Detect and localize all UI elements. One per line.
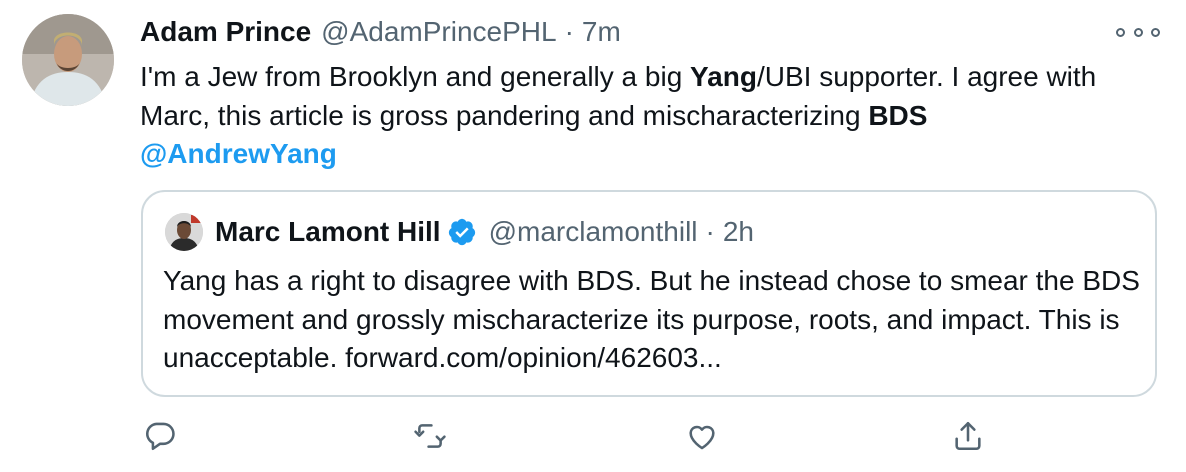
heart-icon[interactable]	[684, 418, 720, 454]
mention-link[interactable]: @AndrewYang	[140, 138, 337, 169]
tweet-text-bold: BDS	[868, 99, 928, 131]
share-icon[interactable]	[950, 418, 986, 454]
author-handle[interactable]: @AdamPrincePHL	[321, 16, 556, 48]
article-link[interactable]: forward.com/opinion/462603...	[345, 342, 722, 373]
author-avatar[interactable]	[22, 14, 114, 106]
retweet-icon[interactable]	[412, 418, 448, 454]
tweet[interactable]: Adam Prince @AdamPrincePHL · 7m I'm a Je…	[0, 0, 1186, 472]
author-name[interactable]: Adam Prince	[140, 16, 311, 48]
quoted-author-name[interactable]: Marc Lamont Hill	[215, 216, 441, 248]
quoted-tweet-time[interactable]: 2h	[723, 216, 754, 248]
tweet-text-bold: Yang	[690, 61, 757, 92]
more-horizontal-icon[interactable]	[1116, 22, 1160, 42]
quoted-tweet-text: Yang has a right to disagree with BDS. B…	[163, 262, 1143, 378]
verified-badge-icon	[447, 217, 477, 247]
tweet-actions	[0, 418, 1186, 458]
separator-dot: ·	[705, 216, 715, 247]
separator-dot: ·	[564, 16, 574, 47]
quoted-author-avatar[interactable]	[165, 213, 203, 251]
tweet-time[interactable]: 7m	[582, 16, 621, 48]
tweet-text: I'm a Jew from Brooklyn and generally a …	[140, 58, 1160, 174]
tweet-text-part: I'm a Jew from Brooklyn and generally a …	[140, 61, 691, 92]
reply-icon[interactable]	[142, 418, 178, 454]
quoted-tweet[interactable]: Marc Lamont Hill @marclamonthill · 2h Ya…	[141, 190, 1157, 397]
quoted-author-handle[interactable]: @marclamonthill	[489, 216, 698, 248]
quoted-tweet-header: Marc Lamont Hill @marclamonthill · 2h	[215, 214, 754, 250]
tweet-header: Adam Prince @AdamPrincePHL · 7m	[140, 16, 621, 52]
